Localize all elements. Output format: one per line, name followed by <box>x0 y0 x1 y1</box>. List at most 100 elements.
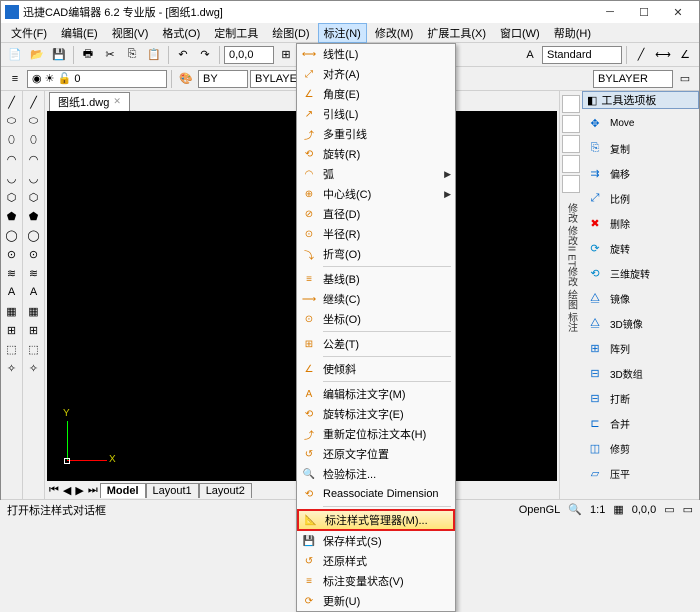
draw-tool-14[interactable]: ✧ <box>3 359 21 377</box>
document-tab[interactable]: 图纸1.dwg ✕ <box>49 92 130 111</box>
draw-tool-11[interactable]: ▦ <box>3 302 21 320</box>
draw-tool-3[interactable]: ◠ <box>3 150 21 168</box>
draw-tool-10[interactable]: A <box>25 283 43 301</box>
menu-item[interactable]: ⟷线性(L) <box>297 44 455 64</box>
open-icon[interactable]: 📂 <box>27 45 47 65</box>
menu-8[interactable]: 扩展工具(X) <box>421 23 492 43</box>
menu-item[interactable]: ◠弧▶ <box>297 164 455 184</box>
tool-rotate3d[interactable]: ⟲三维旋转 <box>584 261 697 285</box>
menu-item[interactable]: ⟳更新(U) <box>297 591 455 611</box>
layout-tab-2[interactable]: Layout2 <box>199 483 252 498</box>
menu-item[interactable]: ≡基线(B) <box>297 269 455 289</box>
minimize-button[interactable]: ─ <box>593 2 627 22</box>
layout-tab-model[interactable]: Model <box>100 483 146 498</box>
menu-item[interactable]: ⟲Reassociate Dimension <box>297 484 455 504</box>
menu-6[interactable]: 标注(N) <box>318 23 367 43</box>
status-zoom-icon[interactable]: 🔍 <box>568 503 582 516</box>
new-icon[interactable]: 📄 <box>5 45 25 65</box>
menu-item[interactable]: ⊕中心线(C)▶ <box>297 184 455 204</box>
menu-item[interactable]: ⤴多重引线 <box>297 124 455 144</box>
tool-mirror3d[interactable]: ⧋3D镜像 <box>584 311 697 335</box>
tool-join[interactable]: ⊏合并 <box>584 411 697 435</box>
draw-tool-1[interactable]: ⬭ <box>3 112 21 130</box>
tool-array3d[interactable]: ⊟3D数组 <box>584 361 697 385</box>
tool-copy[interactable]: ⎘复制 <box>584 136 697 160</box>
undo-icon[interactable]: ↶ <box>173 45 193 65</box>
menu-1[interactable]: 编辑(E) <box>55 23 104 43</box>
draw-tool-4[interactable]: ◡ <box>25 169 43 187</box>
draw-tool-8[interactable]: ⊙ <box>3 245 21 263</box>
close-button[interactable]: ✕ <box>661 2 695 22</box>
draw-tool-14[interactable]: ✧ <box>25 359 43 377</box>
tool-array[interactable]: ⊞阵列 <box>584 336 697 360</box>
draw-tool-1[interactable]: ⬭ <box>25 112 43 130</box>
menu-item[interactable]: ⊞公差(T) <box>297 334 455 354</box>
dim-icon[interactable]: ⟷ <box>653 45 673 65</box>
cut-icon[interactable]: ✂ <box>100 45 120 65</box>
draw-tool-12[interactable]: ⊞ <box>3 321 21 339</box>
lweight-combo[interactable]: BYLAYER <box>593 70 673 88</box>
tool-move[interactable]: ✥Move <box>584 111 697 135</box>
tool-chamfer[interactable]: ◫修剪 <box>584 436 697 460</box>
menu-2[interactable]: 视图(V) <box>106 23 155 43</box>
draw-tool-0[interactable]: ╱ <box>25 93 43 111</box>
draw-tool-3[interactable]: ◠ <box>25 150 43 168</box>
tool-scale[interactable]: ⤢比例 <box>584 186 697 210</box>
menu-item[interactable]: ↗引线(L) <box>297 104 455 124</box>
menu-item[interactable]: ⊙半径(R) <box>297 224 455 244</box>
maximize-button[interactable]: ☐ <box>627 2 661 22</box>
menu-9[interactable]: 窗口(W) <box>494 23 546 43</box>
menu-item[interactable]: ⤴重新定位标注文本(H) <box>297 424 455 444</box>
prop-icon[interactable]: ▭ <box>675 69 695 89</box>
draw-tool-2[interactable]: ⬯ <box>3 131 21 149</box>
prop-icon[interactable]: 🎨 <box>176 69 196 89</box>
draw-tool-0[interactable]: ╱ <box>3 93 21 111</box>
tool-delete[interactable]: ✖删除 <box>584 211 697 235</box>
menu-item[interactable]: ⤢对齐(A) <box>297 64 455 84</box>
layer-icon[interactable]: ≡ <box>5 69 25 89</box>
menu-item[interactable]: A编辑标注文字(M) <box>297 384 455 404</box>
text-icon[interactable]: A <box>520 45 540 65</box>
palette-tab-4[interactable] <box>562 175 580 193</box>
menu-item[interactable]: 📐标注样式管理器(M)... <box>297 509 455 531</box>
status-tool-icon[interactable]: ▭ <box>664 503 674 516</box>
tool-rotate[interactable]: ⟳旋转 <box>584 236 697 260</box>
layout-tab-1[interactable]: Layout1 <box>146 483 199 498</box>
draw-tool-5[interactable]: ⬡ <box>3 188 21 206</box>
paste-icon[interactable]: 📋 <box>144 45 164 65</box>
tab-nav-last[interactable]: ⏭ <box>86 484 100 497</box>
status-ratio[interactable]: 1:1 <box>590 504 605 516</box>
menu-4[interactable]: 定制工具 <box>208 23 264 43</box>
tool-extend[interactable]: ▱压平 <box>584 461 697 485</box>
menu-item[interactable]: 🔍检验标注... <box>297 464 455 484</box>
menu-item[interactable]: ⟶继续(C) <box>297 289 455 309</box>
palette-tab-3[interactable] <box>562 155 580 173</box>
menu-item[interactable]: ⟲旋转标注文字(E) <box>297 404 455 424</box>
tab-nav-next[interactable]: ▶ <box>73 484 85 497</box>
status-tool-icon[interactable]: ▭ <box>683 503 693 516</box>
menu-7[interactable]: 修改(M) <box>369 23 420 43</box>
menu-item[interactable]: ⟲旋转(R) <box>297 144 455 164</box>
menu-item[interactable]: ⊙坐标(O) <box>297 309 455 329</box>
menu-3[interactable]: 格式(O) <box>156 23 206 43</box>
menu-5[interactable]: 绘图(D) <box>266 23 315 43</box>
menu-item[interactable]: ≡标注变量状态(V) <box>297 571 455 591</box>
palette-tab-1[interactable] <box>562 115 580 133</box>
draw-tool-6[interactable]: ⬟ <box>25 207 43 225</box>
angle-icon[interactable]: ∠ <box>675 45 695 65</box>
menu-item[interactable]: ↺还原文字位置 <box>297 444 455 464</box>
tool-mirror[interactable]: ⧋镜像 <box>584 286 697 310</box>
menu-item[interactable]: ∠角度(E) <box>297 84 455 104</box>
draw-tool-12[interactable]: ⊞ <box>25 321 43 339</box>
tool-break[interactable]: ⊟打断 <box>584 386 697 410</box>
draw-tool-8[interactable]: ⊙ <box>25 245 43 263</box>
draw-tool-7[interactable]: ◯ <box>3 226 21 244</box>
tool-offset[interactable]: ⇉偏移 <box>584 161 697 185</box>
menu-item[interactable]: ↺还原样式 <box>297 551 455 571</box>
tool-icon[interactable]: ⊞ <box>276 45 296 65</box>
redo-icon[interactable]: ↷ <box>195 45 215 65</box>
menu-item[interactable]: ⤵折弯(O) <box>297 244 455 264</box>
tab-nav-prev[interactable]: ◀ <box>61 484 73 497</box>
draw-tool-5[interactable]: ⬡ <box>25 188 43 206</box>
layer-combo[interactable]: ◉ ☀ 🔓 0 <box>27 70 167 88</box>
